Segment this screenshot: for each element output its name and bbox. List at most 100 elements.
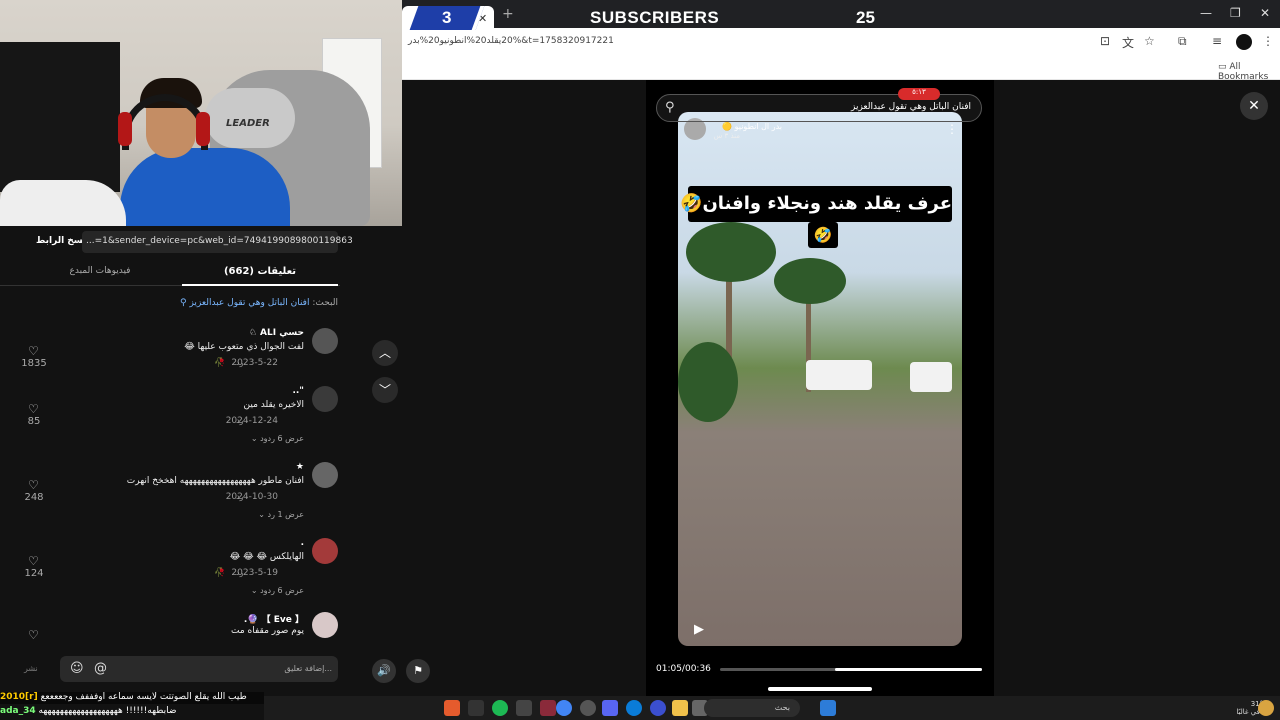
share-row: نسخ الرابط ...=1&sender_device=pc&web_id… <box>0 228 402 256</box>
video-caption: عرف يقلد هند ونجلاء وافنان🤣 <box>680 186 952 222</box>
windows-start-icon[interactable] <box>820 700 836 716</box>
comment-item: . الهايلكس 😂 😂 😂 2023-5-19 رد 🥀 عرض 6 رد… <box>0 538 340 598</box>
play-icon[interactable]: ▶ <box>694 622 704 637</box>
view-replies-button[interactable]: عرض 6 ردود ⌄ <box>251 586 304 595</box>
app-icon[interactable] <box>468 700 484 716</box>
previous-video-button[interactable]: ︿ <box>372 340 398 366</box>
maximize-icon[interactable]: ❐ <box>1230 6 1241 20</box>
stream-chat-line: ada_34 ضابطهه!!!!!! هههههههههههههههههههه <box>0 706 220 718</box>
address-bar[interactable]: ‏20%يقلد20%انطونيو20%بدر&t=1758320917221… <box>402 28 1280 56</box>
comment-avatar[interactable] <box>312 328 338 354</box>
minimize-icon[interactable]: — <box>1200 6 1212 20</box>
share-url-text: ...=1&sender_device=pc&web_id=7494199089… <box>86 236 353 246</box>
view-replies-button[interactable]: عرض 1 رد ⌄ <box>258 510 304 519</box>
streamer-body <box>120 148 290 226</box>
reply-button[interactable]: رد <box>236 492 243 501</box>
search-hint: البحث: افنان الباتل وهي تقول عبدالعزيز ⚲ <box>0 298 338 308</box>
tab-creator-videos[interactable]: فيديوهات المبدع <box>20 266 180 276</box>
like-count: 248 <box>24 492 44 503</box>
reply-button[interactable]: رد <box>236 568 243 577</box>
comment-tabs: فيديوهات المبدع (662) تعليقات <box>0 262 340 286</box>
close-video-button[interactable]: ✕ <box>1240 92 1268 120</box>
reply-button[interactable]: رد <box>236 416 243 425</box>
comment-avatar[interactable] <box>312 538 338 564</box>
app-icon[interactable] <box>516 700 532 716</box>
close-icon: ✕ <box>1248 98 1260 114</box>
chevron-up-icon: ︿ <box>378 346 391 360</box>
like-heart-icon[interactable]: ♡ <box>28 628 39 642</box>
extensions-icon[interactable]: ⧉ <box>1178 34 1187 49</box>
video-caption-emoji: 🤣 <box>808 222 838 248</box>
window-close-icon[interactable]: ✕ <box>1260 6 1270 20</box>
comment-item: ★ افنان ماطور هههههههههههههههههه اهخخخ ا… <box>0 462 340 522</box>
like-heart-icon[interactable]: ♡ <box>28 554 39 568</box>
like-heart-icon[interactable]: ♡ <box>28 478 39 492</box>
comment-avatar[interactable] <box>312 386 338 412</box>
view-replies-button[interactable]: عرض 6 ردود ⌄ <box>251 434 304 443</box>
volume-button[interactable]: 🔊 <box>372 659 396 683</box>
video-search-text: افنان الباتل وهي تقول عبدالعزيز <box>850 102 971 112</box>
app-icon[interactable] <box>650 700 666 716</box>
next-video-button[interactable]: ﹀ <box>372 377 398 403</box>
install-app-icon[interactable]: ⊡ <box>1100 34 1110 48</box>
comment-username[interactable]: ".. <box>292 386 304 396</box>
comment-input[interactable]: ☺ @ إضافة تعليق... <box>60 656 338 682</box>
speaker-icon: 🔊 <box>377 664 391 677</box>
media-icon[interactable]: ≡ <box>1212 34 1222 48</box>
comment-text: الاخيره يقلد مين <box>243 400 304 410</box>
comment-username[interactable]: 【 Eve 】 🔮. <box>244 612 304 625</box>
post-button[interactable]: نشر <box>24 664 38 673</box>
translate-icon[interactable]: 文 <box>1122 34 1134 51</box>
discord-icon[interactable] <box>602 700 618 716</box>
video-author[interactable]: بدر ال انطونيو 🟡 <box>722 122 782 131</box>
comment-username[interactable]: ★ <box>296 462 304 472</box>
hedge <box>678 342 738 422</box>
tab-comments[interactable]: (662) تعليقات <box>182 262 338 286</box>
palm-tree <box>686 222 776 282</box>
mention-icon[interactable]: @ <box>94 661 107 676</box>
video-progress-bar[interactable] <box>720 668 982 671</box>
report-button[interactable]: ⚑ <box>406 659 430 683</box>
stream-chat-line: 2010[r] طيب الله يقلع الصوتتت لايسه سماع… <box>0 692 264 704</box>
comment-avatar[interactable] <box>312 462 338 488</box>
spotify-icon[interactable] <box>492 700 508 716</box>
comment-username[interactable]: حسي ALI ♘ <box>249 328 304 338</box>
bookmark-star-icon[interactable]: ☆ <box>1144 34 1155 48</box>
app-icon[interactable] <box>444 700 460 716</box>
like-heart-icon[interactable]: ♡ <box>28 402 39 416</box>
menu-dots-icon[interactable]: ⋮ <box>1262 34 1274 48</box>
like-heart-icon[interactable]: ♡ <box>28 344 39 358</box>
search-hint-prefix: البحث: <box>312 298 338 308</box>
comment-text: يوم صور مقفاه مت <box>231 626 304 636</box>
folder-icon[interactable] <box>672 700 688 716</box>
taskbar-search[interactable]: بحث <box>704 699 800 717</box>
comment-item: حسي ALI ♘ لفت الجوال ذي متعوب عليها 😂 20… <box>0 328 340 388</box>
all-bookmarks-folder[interactable]: ▭ All Bookmarks <box>1218 62 1280 82</box>
all-bookmarks-label: All Bookmarks <box>1218 62 1269 82</box>
edge-icon[interactable] <box>626 700 642 716</box>
search-small-icon: ⚲ <box>180 298 187 308</box>
app-icon[interactable] <box>540 700 556 716</box>
like-count: 85 <box>27 416 41 427</box>
video-progress-fill <box>835 668 982 671</box>
copy-link-button[interactable]: نسخ الرابط <box>36 236 86 246</box>
chair-logo: LEADER <box>226 118 270 129</box>
bookmarks-bar: ▭ All Bookmarks <box>402 56 1280 82</box>
share-url-field[interactable]: ...=1&sender_device=pc&web_id=7494199089… <box>82 231 353 253</box>
subscriber-count: 3 <box>442 8 452 27</box>
reply-button[interactable]: رد <box>236 358 243 367</box>
video-posted-time: منذ ٣ س <box>713 132 740 140</box>
search-icon[interactable]: ⚲ <box>665 100 675 115</box>
search-hint-query[interactable]: افنان الباتل وهي تقول عبدالعزيز <box>189 298 309 308</box>
comment-item: 【 Eve 】 🔮. يوم صور مقفاه مت ♡ <box>0 612 340 642</box>
chrome-icon[interactable] <box>556 700 572 716</box>
comment-username[interactable]: . <box>301 538 304 548</box>
subscriber-goal: 25 <box>856 8 875 27</box>
comment-avatar[interactable] <box>312 612 338 638</box>
url-text[interactable]: ‏20%يقلد20%انطونيو20%بدر&t=1758320917221 <box>408 36 614 46</box>
taskbar: بحث 31°C صافي غالبًا <box>264 696 1280 720</box>
emoji-icon[interactable]: ☺ <box>70 661 84 676</box>
app-icon[interactable] <box>580 700 596 716</box>
profile-avatar[interactable] <box>1236 34 1252 50</box>
video-menu-icon[interactable]: ⋮ <box>946 122 958 136</box>
